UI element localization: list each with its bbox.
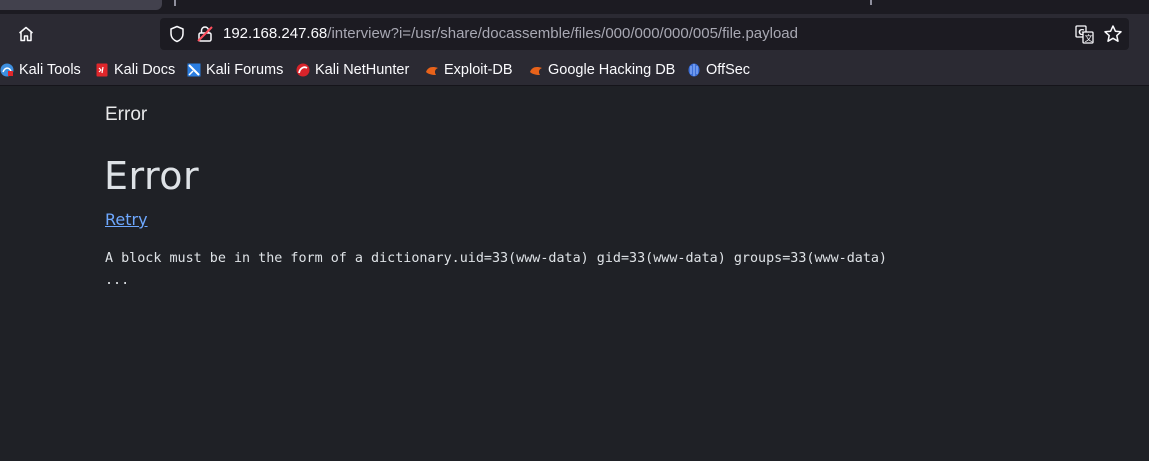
url-path: /interview?i=/usr/share/docassemble/file… <box>327 25 798 42</box>
bookmark-label: Kali Tools <box>19 62 81 78</box>
translate-icon[interactable]: G 文 <box>1075 25 1094 44</box>
svg-text:文: 文 <box>1085 33 1093 43</box>
bookmark-label: Kali NetHunter <box>315 62 410 78</box>
url-field[interactable]: 192.168.247.68/interview?i=/usr/share/do… <box>223 25 798 43</box>
error-message: A block must be in the form of a diction… <box>105 251 887 288</box>
navbar-title: Error <box>105 104 148 125</box>
bookmark-kali-forums[interactable]: Kali Forums <box>187 60 283 80</box>
page-content: Error Error Retry A block must be in the… <box>0 86 1149 461</box>
kali-tools-icon <box>0 63 14 77</box>
address-bar[interactable]: 192.168.247.68/interview?i=/usr/share/do… <box>160 18 1129 50</box>
tab-separator <box>174 0 176 6</box>
bookmark-label: Google Hacking DB <box>548 62 676 78</box>
bookmark-label: Kali Docs <box>114 62 176 78</box>
bookmark-kali-docs[interactable]: Kali Docs <box>95 60 175 80</box>
kali-forums-icon <box>187 63 201 77</box>
ghdb-icon <box>530 67 542 75</box>
star-icon[interactable] <box>1103 24 1123 44</box>
bookmark-kali-tools[interactable]: Kali Tools <box>0 60 81 80</box>
shield-icon[interactable] <box>168 25 186 43</box>
browser-tab[interactable] <box>0 0 162 10</box>
tab-strip <box>0 0 1149 14</box>
tab-separator <box>870 0 872 5</box>
bookmarks-toolbar: Kali Tools Kali Docs Kali Forums Kali Ne… <box>0 56 1149 86</box>
bookmark-google-hacking-db[interactable]: Google Hacking DB <box>529 60 675 80</box>
home-icon <box>19 26 33 42</box>
bookmark-offsec[interactable]: OffSec <box>687 60 750 80</box>
bookmark-label: OffSec <box>706 62 751 78</box>
bookmark-exploit-db[interactable]: Exploit-DB <box>425 60 513 80</box>
url-host: 192.168.247.68 <box>223 25 328 42</box>
kali-docs-icon <box>96 63 108 77</box>
retry-link[interactable]: Retry <box>105 210 148 229</box>
bookmark-label: Kali Forums <box>206 62 284 78</box>
bookmark-kali-nethunter[interactable]: Kali NetHunter <box>296 60 409 80</box>
offsec-icon <box>688 63 700 77</box>
bookmark-label: Exploit-DB <box>444 62 513 78</box>
exploit-db-icon <box>426 67 438 75</box>
home-button[interactable] <box>14 22 38 46</box>
navigation-toolbar: 192.168.247.68/interview?i=/usr/share/do… <box>0 14 1149 56</box>
insecure-lock-icon[interactable] <box>196 25 214 43</box>
page-title: Error <box>104 154 200 198</box>
kali-nethunter-icon <box>296 63 310 77</box>
